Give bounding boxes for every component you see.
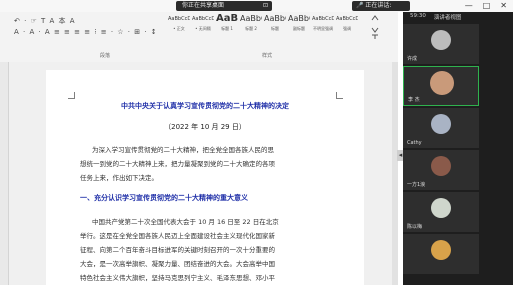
style-name: 标题 2 bbox=[245, 26, 257, 31]
close-button[interactable]: ✕ bbox=[500, 0, 507, 12]
group-label-styles: 样式 bbox=[262, 53, 273, 59]
stop-share-icon[interactable]: ⊡ bbox=[263, 1, 268, 11]
paragraph-line: 中国共产党第二十次全国代表大会于 10 月 16 日至 22 日在北京 bbox=[92, 218, 279, 226]
document-scrollbar[interactable] bbox=[392, 62, 398, 285]
participant-name: 李 杰 bbox=[408, 97, 420, 103]
style-preview: AaBbCcDd bbox=[192, 16, 214, 22]
style-name: 标题 1 bbox=[221, 26, 233, 31]
style-preview: AaBbCcDd bbox=[168, 16, 190, 22]
paragraph-line: 特色社会主义伟大旗帜，坚持马克思列宁主义、毛泽东思想、邓小平 bbox=[80, 274, 275, 282]
avatar bbox=[431, 240, 451, 260]
avatar bbox=[431, 198, 451, 218]
panel-toolbar: 59:30 演讲者视图 bbox=[410, 13, 461, 21]
avatar bbox=[431, 30, 451, 50]
participant-tile[interactable]: 许成 bbox=[403, 24, 479, 64]
margin-corner-mark bbox=[336, 92, 343, 99]
vertical-ruler bbox=[0, 62, 9, 285]
group-label-paragraph: 段落 bbox=[100, 53, 111, 59]
style-subtitle[interactable]: AaBbC 副标题 bbox=[288, 12, 310, 32]
style-preview: AaBbCcDd bbox=[312, 16, 334, 22]
style-name: • 无间隔 bbox=[195, 26, 211, 31]
margin-corner-mark bbox=[68, 92, 75, 99]
paragraph-line: 想统一到党的二十大精神上来，把力量凝聚到党的二十大确定的各项 bbox=[80, 160, 275, 168]
style-no-spacing[interactable]: AaBbCcDd • 无间隔 bbox=[192, 12, 214, 32]
style-name: 标题 bbox=[271, 26, 279, 31]
style-subtle-emphasis[interactable]: AaBbCcDd 不明显强调 bbox=[312, 12, 334, 32]
style-preview: AaBbC bbox=[240, 14, 262, 23]
sharing-label: 你正在共享桌面 bbox=[182, 2, 225, 9]
maximize-button[interactable]: □ bbox=[483, 0, 491, 12]
minimize-button[interactable]: — bbox=[465, 0, 473, 12]
style-preview: AaBbC bbox=[264, 14, 286, 23]
avatar bbox=[431, 156, 451, 176]
avatar bbox=[430, 71, 454, 95]
sharing-indicator[interactable]: 你正在共享桌面 ⊡ bbox=[176, 1, 272, 11]
speaking-label: 正在讲话: bbox=[365, 2, 392, 9]
participant-tile[interactable] bbox=[403, 234, 479, 274]
document-title: 中共中央关于认真学习宣传贯彻党的二十大精神的决定 bbox=[121, 102, 289, 110]
participant-tile-active[interactable]: 李 杰 bbox=[403, 66, 479, 106]
style-emphasis[interactable]: AaBbCcDd 强调 bbox=[336, 12, 358, 32]
style-preview: AaBbC bbox=[288, 14, 310, 23]
styles-gallery: AaBbCcDd • 正文 AaBbCcDd • 无间隔 AaBl 标题 1 A… bbox=[168, 12, 358, 32]
paragraph-toolbar-row[interactable]: A · A · A ≡ ≡ ≡ ≡ ⁝ ≡ · ☆ · ⊞ · ↕ bbox=[14, 28, 158, 36]
document-date: （2022 年 10 月 29 日） bbox=[164, 123, 246, 131]
mic-icon: 🎤 bbox=[356, 2, 364, 9]
style-preview: AaBl bbox=[216, 13, 238, 24]
style-title[interactable]: AaBbC 标题 bbox=[264, 12, 286, 32]
style-name: 强调 bbox=[343, 26, 351, 31]
participant-name: 陈以梅 bbox=[407, 224, 423, 230]
paragraph-line: 大会，是一次高举旗帜、凝聚力量、团结奋进的大会。大会高举中国 bbox=[80, 260, 275, 268]
paragraph-line: 为深入学习宣传贯彻党的二十大精神，把全党全国各族人民的思 bbox=[92, 146, 274, 154]
participant-tile[interactable]: 陈以梅 bbox=[403, 192, 479, 232]
font-toolbar-row[interactable]: ↶ · ☞ T A 本 A bbox=[14, 16, 76, 26]
participant-name: 许成 bbox=[407, 56, 418, 62]
participant-tile[interactable]: 一方1浪 bbox=[403, 150, 479, 190]
style-preview: AaBbCcDd bbox=[336, 16, 358, 22]
avatar bbox=[431, 114, 451, 134]
style-heading-2[interactable]: AaBbC 标题 2 bbox=[240, 12, 262, 32]
document-page[interactable]: 中共中央关于认真学习宣传贯彻党的二十大精神的决定 （2022 年 10 月 29… bbox=[46, 70, 364, 285]
style-name: 不明显强调 bbox=[313, 26, 333, 31]
participant-tile[interactable]: Cathy bbox=[403, 108, 479, 148]
speaking-indicator: 🎤 正在讲话: bbox=[352, 1, 410, 11]
paragraph-line: 举行。这是在全党全国各族人民迈上全面建设社会主义现代化国家新 bbox=[80, 232, 275, 240]
section-heading: 一、充分认识学习宣传贯彻党的二十大精神的重大意义 bbox=[80, 194, 248, 202]
window-controls: — □ ✕ bbox=[465, 0, 507, 12]
style-name: 副标题 bbox=[293, 26, 305, 31]
style-heading-1[interactable]: AaBl 标题 1 bbox=[216, 12, 238, 32]
meeting-timer: 59:30 bbox=[410, 13, 426, 19]
style-normal[interactable]: AaBbCcDd • 正文 bbox=[168, 12, 190, 32]
style-name: • 正文 bbox=[173, 26, 185, 31]
paragraph-line: 任务上来，作出如下决定。 bbox=[80, 174, 158, 182]
styles-scroll-icon[interactable] bbox=[371, 14, 379, 40]
participant-name: 一方1浪 bbox=[407, 182, 426, 188]
view-switch-button[interactable]: 演讲者视图 bbox=[434, 13, 462, 21]
participant-name: Cathy bbox=[407, 140, 422, 146]
paragraph-line: 征程、向第二个百年奋斗目标进军的关键时刻召开的一次十分重要的 bbox=[80, 246, 275, 254]
